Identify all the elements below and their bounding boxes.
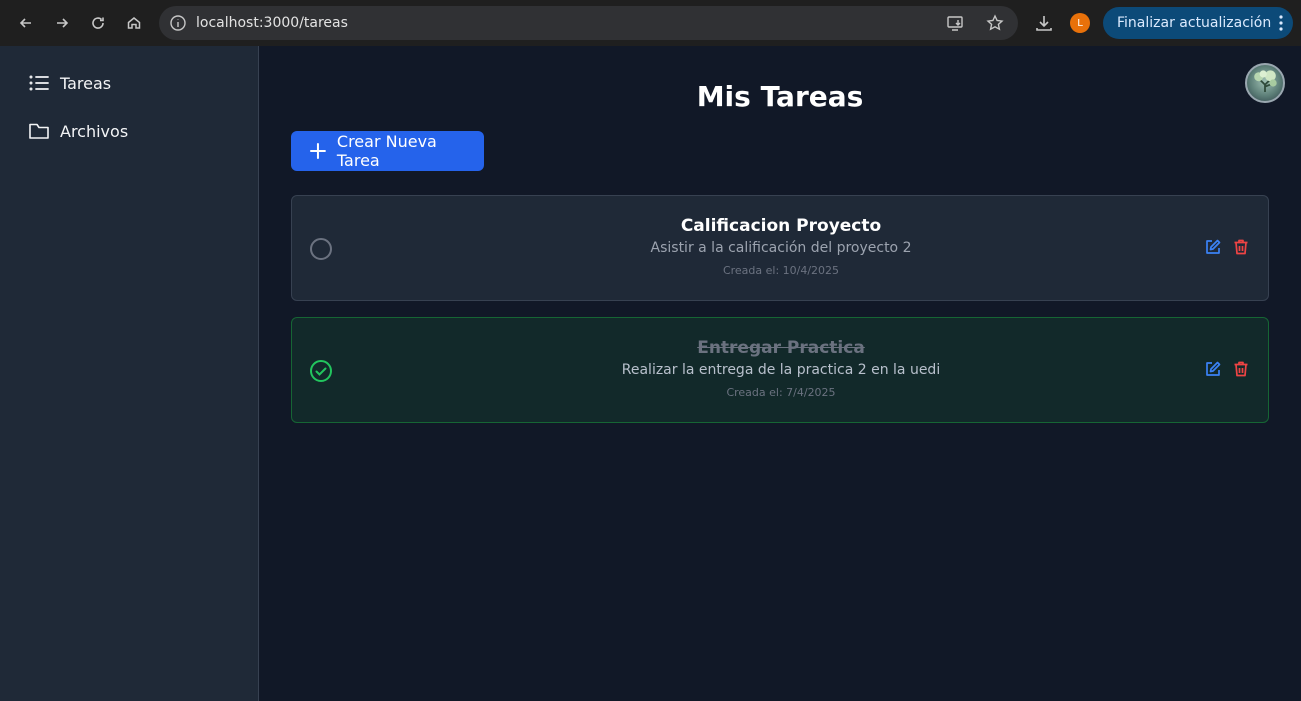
home-button[interactable]: [116, 5, 152, 41]
sidebar-item-label: Archivos: [60, 121, 129, 141]
url-text: localhost:3000/tareas: [196, 15, 348, 31]
task-created-date: Creada el: 10/4/2025: [722, 264, 840, 277]
download-icon[interactable]: [1034, 13, 1054, 33]
forward-button[interactable]: [44, 5, 80, 41]
task-title: Calificacion Proyecto: [680, 216, 882, 236]
task-body: Entregar Practica Realizar la entrega de…: [292, 338, 1270, 399]
user-avatar[interactable]: [1245, 63, 1285, 103]
bookmark-star-icon[interactable]: [986, 14, 1004, 32]
task-created-date: Creada el: 7/4/2025: [726, 386, 836, 399]
reload-button[interactable]: [80, 5, 116, 41]
create-task-button[interactable]: Crear Nueva Tarea: [291, 131, 484, 171]
tree-avatar-icon: [1254, 70, 1277, 92]
task-actions: [1204, 238, 1250, 256]
folder-icon: [29, 123, 49, 139]
sidebar: Tareas Archivos: [0, 46, 259, 701]
install-app-icon[interactable]: [946, 14, 964, 32]
trash-icon[interactable]: [1232, 360, 1250, 378]
task-body: Calificacion Proyecto Asistir a la calif…: [292, 216, 1270, 277]
task-actions: [1204, 360, 1250, 378]
sidebar-item-tareas[interactable]: Tareas: [28, 72, 111, 94]
browser-toolbar: localhost:3000/tareas L Finalizar actual…: [0, 0, 1301, 46]
home-icon: [127, 17, 141, 29]
arrow-left-icon: [19, 18, 31, 28]
sidebar-item-label: Tareas: [60, 73, 112, 93]
arrow-right-icon: [57, 18, 69, 28]
update-button[interactable]: Finalizar actualización: [1103, 7, 1293, 39]
trash-icon[interactable]: [1232, 238, 1250, 256]
edit-icon[interactable]: [1204, 238, 1222, 256]
info-icon[interactable]: [169, 14, 187, 32]
task-card: Calificacion Proyecto Asistir a la calif…: [291, 195, 1269, 301]
update-label: Finalizar actualización: [1117, 15, 1272, 31]
task-description: Asistir a la calificación del proyecto 2: [650, 240, 912, 256]
task-card: Entregar Practica Realizar la entrega de…: [291, 317, 1269, 423]
reload-icon: [92, 17, 104, 29]
address-bar[interactable]: localhost:3000/tareas: [159, 6, 1018, 40]
task-title: Entregar Practica: [697, 338, 865, 358]
more-vert-icon: [1279, 15, 1283, 31]
profile-avatar[interactable]: L: [1070, 13, 1090, 33]
page-title: Mis Tareas: [696, 80, 864, 113]
edit-icon[interactable]: [1204, 360, 1222, 378]
sidebar-item-archivos[interactable]: Archivos: [28, 120, 128, 142]
task-description: Realizar la entrega de la practica 2 en …: [621, 362, 941, 378]
back-button[interactable]: [8, 5, 44, 41]
create-task-label: Crear Nueva Tarea: [336, 132, 437, 170]
list-icon: [29, 75, 49, 91]
profile-initial: L: [1077, 17, 1083, 29]
plus-icon: [309, 143, 326, 159]
main-content: Mis Tareas Crear Nueva Tarea Calificacio…: [259, 46, 1301, 701]
